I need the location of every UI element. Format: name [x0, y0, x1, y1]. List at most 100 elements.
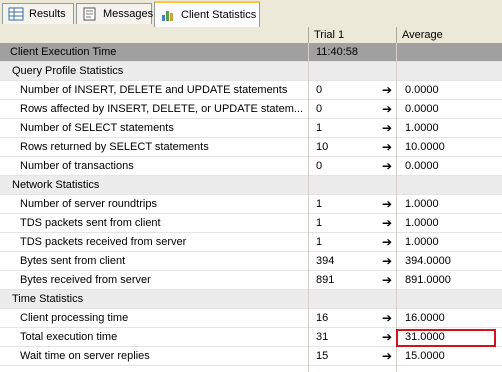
trend-arrow-icon	[382, 290, 396, 309]
table-row[interactable]: Wait time on server replies 15 ➔ 15.0000	[0, 347, 502, 366]
table-row[interactable]: Number of SELECT statements 1 ➔ 1.0000	[0, 119, 502, 138]
row-label: TDS packets received from server	[20, 236, 187, 248]
trend-arrow-icon: ➔	[382, 140, 393, 154]
row-label: Time Statistics	[12, 293, 84, 305]
grid-icon	[8, 7, 24, 21]
section-row[interactable]: Query Profile Statistics	[0, 62, 502, 81]
row-label: Number of transactions	[20, 160, 134, 172]
table-row[interactable]: Client processing time 16 ➔ 16.0000	[0, 309, 502, 328]
tab-client-statistics-label: Client Statistics	[181, 9, 257, 21]
table-row[interactable]: TDS packets sent from client 1 ➔ 1.0000	[0, 214, 502, 233]
trend-arrow-icon: ➔	[382, 254, 393, 268]
trial-1-value: 10	[316, 141, 329, 153]
average-value: 1.0000	[405, 217, 439, 229]
trial-1-value: 1	[316, 236, 323, 248]
trend-arrow-icon: ➔	[382, 311, 393, 325]
trend-arrow-icon	[382, 43, 396, 62]
average-value: 16.0000	[405, 312, 445, 324]
trend-arrow-icon: ➔	[382, 83, 393, 97]
average-value	[397, 290, 497, 309]
trend-arrow-icon	[382, 62, 396, 81]
highlight-box	[396, 329, 496, 347]
trial-1-value	[308, 62, 378, 81]
table-row[interactable]: Bytes sent from client 394 ➔ 394.0000	[0, 252, 502, 271]
section-row[interactable]: Time Statistics	[0, 290, 502, 309]
trial-1-value: 0	[316, 160, 323, 172]
document-icon	[82, 7, 98, 21]
row-label: Total execution time	[20, 331, 118, 343]
row-label: Number of INSERT, DELETE and UPDATE stat…	[20, 84, 288, 96]
trend-arrow-icon: ➔	[382, 159, 393, 173]
trial-1-value: 0	[316, 84, 323, 96]
trend-arrow-icon: ➔	[382, 216, 393, 230]
trial-1-value: 16	[316, 312, 329, 324]
table-row[interactable]: Number of transactions 0 ➔ 0.0000	[0, 157, 502, 176]
row-label: Rows affected by INSERT, DELETE, or UPDA…	[20, 103, 303, 115]
table-row[interactable]: Number of INSERT, DELETE and UPDATE stat…	[0, 81, 502, 100]
trial-1-value: 31	[316, 331, 329, 343]
header-name-column[interactable]	[0, 27, 308, 43]
column-divider	[308, 43, 309, 372]
average-value: 10.0000	[405, 141, 445, 153]
average-value	[397, 43, 497, 62]
trial-1-value: 1	[316, 198, 323, 210]
trial-1-value: 1	[316, 122, 323, 134]
table-row[interactable]: Bytes received from server 891 ➔ 891.0000	[0, 271, 502, 290]
header-average[interactable]: Average	[396, 27, 502, 43]
average-value: 1.0000	[405, 236, 439, 248]
row-label: Number of server roundtrips	[20, 198, 157, 210]
trial-1-value: 11:40:58	[316, 46, 359, 58]
trend-arrow-icon: ➔	[382, 330, 393, 344]
statistics-icon	[160, 8, 176, 22]
header-trial-1[interactable]: Trial 1	[308, 27, 396, 43]
trial-1-value	[308, 176, 378, 195]
trend-arrow-icon: ➔	[382, 197, 393, 211]
table-row[interactable]: Rows affected by INSERT, DELETE, or UPDA…	[0, 100, 502, 119]
average-value: 891.0000	[405, 274, 451, 286]
row-label: Bytes received from server	[20, 274, 151, 286]
trial-1-value: 891	[316, 274, 335, 286]
average-value	[397, 176, 497, 195]
average-value: 0.0000	[405, 84, 439, 96]
tab-results[interactable]: Results	[2, 3, 74, 24]
trial-1-value: 1	[316, 217, 323, 229]
average-value: 0.0000	[405, 160, 439, 172]
table-row[interactable]: TDS packets received from server 1 ➔ 1.0000	[0, 233, 502, 252]
table-row[interactable]: Rows returned by SELECT statements 10 ➔ 10.…	[0, 138, 502, 157]
row-label: TDS packets sent from client	[20, 217, 161, 229]
trial-1-value: 0	[316, 103, 323, 115]
row-label: Client processing time	[20, 312, 129, 324]
row-label: Wait time on server replies	[20, 350, 150, 362]
row-label: Query Profile Statistics	[12, 65, 124, 77]
row-label: Rows returned by SELECT statements	[20, 141, 209, 153]
average-value: 1.0000	[405, 122, 439, 134]
row-label: Number of SELECT statements	[20, 122, 174, 134]
trial-1-value: 15	[316, 350, 329, 362]
row-label: Client Execution Time	[10, 46, 117, 58]
trial-1-value: 394	[316, 255, 335, 267]
tab-client-statistics[interactable]: Client Statistics	[154, 1, 260, 27]
trend-arrow-icon	[382, 176, 396, 195]
tab-results-label: Results	[29, 8, 66, 20]
average-value	[397, 62, 497, 81]
trend-arrow-icon: ➔	[382, 273, 393, 287]
grid-header: Trial 1 Average	[0, 27, 502, 44]
average-value: 1.0000	[405, 198, 439, 210]
trend-arrow-icon: ➔	[382, 102, 393, 116]
row-label: Network Statistics	[12, 179, 100, 191]
row-divider	[0, 365, 502, 366]
statistics-grid: Trial 1 Average Client Execution Time 11:…	[0, 27, 502, 372]
average-value: 15.0000	[405, 350, 445, 362]
trend-arrow-icon: ➔	[382, 235, 393, 249]
trial-1-value	[308, 290, 378, 309]
section-row[interactable]: Network Statistics	[0, 176, 502, 195]
table-row[interactable]: Number of server roundtrips 1 ➔ 1.0000	[0, 195, 502, 214]
tab-messages[interactable]: Messages	[76, 3, 154, 24]
trend-arrow-icon: ➔	[382, 349, 393, 363]
trend-arrow-icon: ➔	[382, 121, 393, 135]
results-tab-strip: Results Messages Client Statistics	[0, 0, 502, 28]
average-value: 0.0000	[405, 103, 439, 115]
title-row[interactable]: Client Execution Time 11:40:58	[0, 43, 502, 62]
tab-messages-label: Messages	[103, 8, 154, 20]
row-label: Bytes sent from client	[20, 255, 126, 267]
